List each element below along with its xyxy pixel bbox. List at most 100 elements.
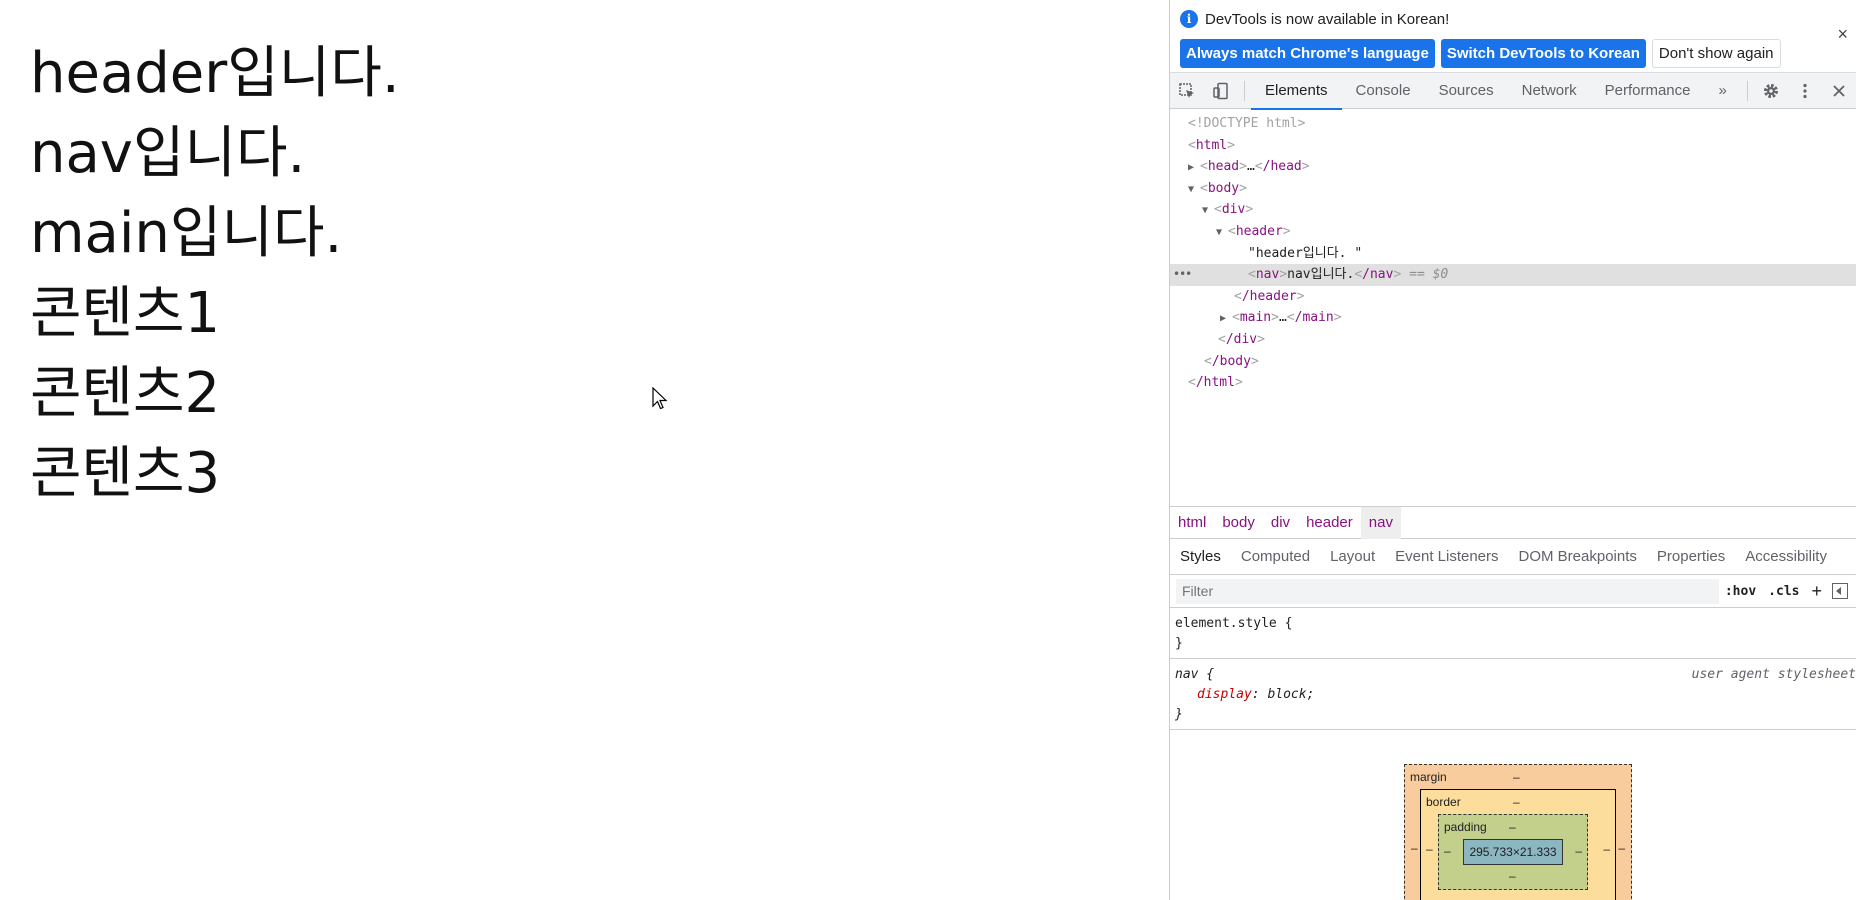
breadcrumb-nav[interactable]: nav [1360, 506, 1401, 539]
dom-row-body[interactable]: ▼ <body> [1170, 178, 1856, 200]
dom-row-main[interactable]: ▶ <main>…</main> [1170, 307, 1856, 329]
info-icon: i [1180, 10, 1198, 28]
expand-triangle-icon[interactable]: ▶ [1188, 157, 1200, 179]
subtab-properties[interactable]: Properties [1647, 539, 1735, 574]
tab-network[interactable]: Network [1508, 73, 1591, 109]
subtab-layout[interactable]: Layout [1320, 539, 1385, 574]
dom-tree: <!DOCTYPE html> <html> ▶ <head>…</head> ▼… [1170, 109, 1856, 507]
padding-left-value: – [1444, 844, 1451, 858]
dom-row-header[interactable]: ▼ <header> [1170, 221, 1856, 243]
css-property-name: display [1197, 687, 1252, 702]
selected-node-marker: == $0 [1409, 267, 1449, 283]
dont-show-again-button[interactable]: Don't show again [1651, 39, 1781, 68]
class-toggle-button[interactable]: .cls [1762, 584, 1805, 599]
body-close-tag: /body [1211, 353, 1251, 369]
infobar-message-text: DevTools is now available in Korean! [1205, 10, 1450, 28]
dom-row-html[interactable]: <html> [1170, 135, 1856, 157]
padding-top-value: – [1509, 820, 1516, 834]
language-infobar: i DevTools is now available in Korean! A… [1170, 0, 1856, 73]
styles-filter-bar: :hov .cls + [1170, 575, 1856, 608]
inspect-element-icon[interactable] [1170, 73, 1204, 109]
dom-row-body-close[interactable]: </body> [1170, 351, 1856, 373]
tab-sources[interactable]: Sources [1425, 73, 1508, 109]
main-text: main입니다. [30, 201, 343, 266]
element-style-rule[interactable]: element.style { } [1170, 608, 1856, 659]
main-ellipsis: … [1278, 310, 1287, 326]
content-2-text: 콘텐츠2 [30, 361, 221, 426]
main-close-tag: /main [1294, 310, 1334, 326]
toolbar-divider [1747, 81, 1748, 101]
more-tabs-icon[interactable]: » [1705, 73, 1741, 109]
dom-row-doctype[interactable]: <!DOCTYPE html> [1170, 113, 1856, 135]
page-viewport: header입니다. nav입니다. main입니다. 콘텐츠1 콘텐츠2 콘텐… [0, 0, 1169, 900]
settings-gear-icon[interactable] [1754, 73, 1788, 109]
padding-label: padding [1444, 820, 1487, 834]
always-match-language-button[interactable]: Always match Chrome's language [1180, 39, 1435, 68]
border-top-value: – [1513, 795, 1520, 809]
breadcrumb-div[interactable]: div [1263, 507, 1298, 539]
dom-row-head[interactable]: ▶ <head>…</head> [1170, 156, 1856, 178]
header-close-tag: /header [1241, 288, 1297, 304]
styles-subtabs: Styles Computed Layout Event Listeners D… [1170, 539, 1856, 575]
breadcrumb-header[interactable]: header [1298, 507, 1361, 539]
tab-elements[interactable]: Elements [1251, 73, 1342, 110]
content-3-text: 콘텐츠3 [30, 441, 221, 506]
div-close-tag: /div [1225, 331, 1258, 347]
infobar-buttons: Always match Chrome's language Switch De… [1180, 39, 1781, 68]
nav-close-tag: /nav [1362, 267, 1394, 283]
tab-performance[interactable]: Performance [1591, 73, 1705, 109]
infobar-close-icon[interactable]: × [1837, 24, 1848, 45]
infobar-message: i DevTools is now available in Korean! [1180, 10, 1449, 28]
hover-state-button[interactable]: :hov [1719, 584, 1762, 599]
box-model-content-size[interactable]: 295.733×21.333 [1463, 839, 1563, 865]
breadcrumb-html[interactable]: html [1170, 507, 1214, 539]
dom-row-header-text[interactable]: "header입니다. " [1170, 243, 1856, 265]
tab-console[interactable]: Console [1342, 73, 1425, 109]
subtab-accessibility[interactable]: Accessibility [1735, 539, 1837, 574]
row-menu-icon[interactable]: ••• [1173, 264, 1192, 286]
box-model-padding[interactable]: padding – – – – 295.733×21.333 [1438, 814, 1588, 890]
box-model-margin[interactable]: margin – – – border – – – padding – – – … [1404, 764, 1632, 900]
toggle-sidebar-icon[interactable] [1832, 583, 1848, 599]
collapse-triangle-icon[interactable]: ▼ [1202, 200, 1214, 222]
styles-filter-input[interactable] [1176, 578, 1719, 604]
html-close-tag: /html [1195, 375, 1235, 391]
margin-label: margin [1410, 770, 1447, 784]
toolbar-divider [1244, 80, 1245, 101]
dom-row-nav-selected[interactable]: ••• <nav>nav입니다.</nav> == $0 [1170, 264, 1856, 286]
devtools-toolbar: Elements Console Sources Network Perform… [1170, 73, 1856, 110]
content-1-text: 콘텐츠1 [30, 281, 221, 346]
new-style-rule-icon[interactable]: + [1805, 581, 1828, 602]
subtab-event-listeners[interactable]: Event Listeners [1385, 539, 1508, 574]
header-tag: header [1235, 223, 1283, 239]
css-property-value: block; [1267, 687, 1315, 702]
subtab-computed[interactable]: Computed [1231, 539, 1320, 574]
switch-to-korean-button[interactable]: Switch DevTools to Korean [1440, 39, 1646, 68]
nav-tag: nav [1255, 267, 1280, 283]
padding-bottom-value: – [1509, 869, 1516, 883]
border-right-value: – [1603, 842, 1610, 856]
dom-row-div[interactable]: ▼ <div> [1170, 199, 1856, 221]
header-text-node: "header입니다. " [1248, 245, 1363, 261]
device-toolbar-icon[interactable] [1204, 73, 1238, 109]
doctype-text: <!DOCTYPE html> [1188, 116, 1306, 131]
expand-triangle-icon[interactable]: ▶ [1220, 308, 1232, 330]
head-close-tag: /head [1262, 159, 1302, 175]
collapse-triangle-icon[interactable]: ▼ [1188, 179, 1200, 201]
nav-text-node: nav입니다. [1287, 267, 1355, 283]
box-model-border[interactable]: border – – – padding – – – – 295.733×21.… [1420, 789, 1616, 900]
head-tag: head [1207, 159, 1240, 175]
kebab-menu-icon[interactable] [1788, 73, 1822, 109]
collapse-triangle-icon[interactable]: ▼ [1216, 222, 1228, 244]
dom-row-div-close[interactable]: </div> [1170, 329, 1856, 351]
subtab-styles[interactable]: Styles [1170, 539, 1231, 574]
close-devtools-icon[interactable] [1822, 73, 1856, 109]
border-label: border [1426, 795, 1461, 809]
breadcrumb-body[interactable]: body [1214, 507, 1263, 539]
dom-row-html-close[interactable]: </html> [1170, 372, 1856, 394]
main-tag: main [1239, 310, 1272, 326]
html-tag: html [1195, 137, 1228, 153]
page-content: header입니다. nav입니다. main입니다. 콘텐츠1 콘텐츠2 콘텐… [0, 34, 400, 514]
subtab-dom-breakpoints[interactable]: DOM Breakpoints [1509, 539, 1647, 574]
dom-row-header-close[interactable]: </header> [1170, 286, 1856, 308]
